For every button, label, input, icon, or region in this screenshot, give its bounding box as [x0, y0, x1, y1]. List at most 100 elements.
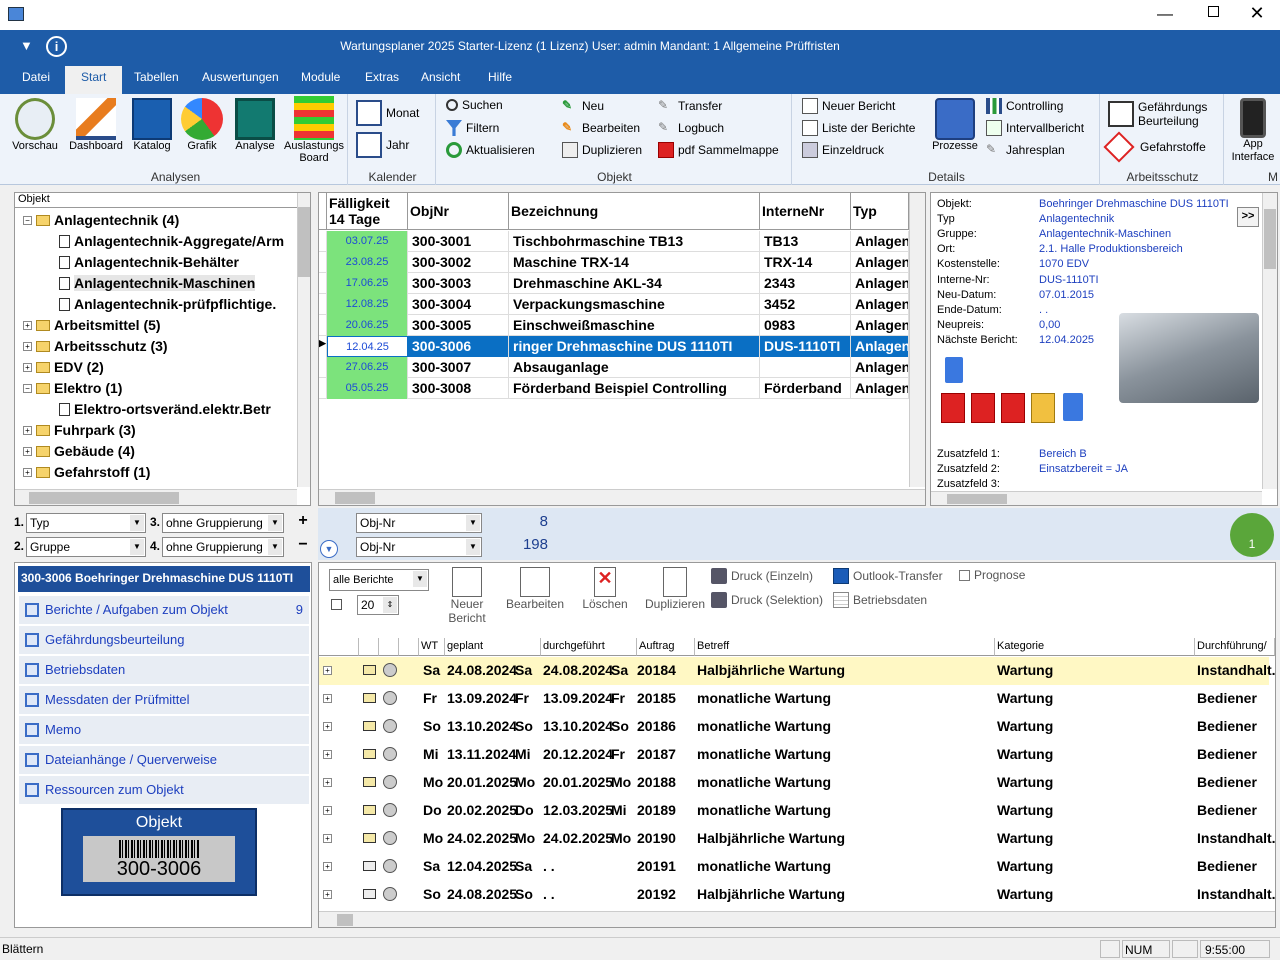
expand-icon[interactable]: +: [323, 694, 332, 703]
new-report-button[interactable]: Neuer Bericht: [443, 567, 491, 625]
neu-button[interactable]: ✎ Neu: [562, 98, 604, 114]
row-pointer-icon[interactable]: ▶: [319, 336, 327, 357]
reports-hscrollbar[interactable]: [319, 911, 1275, 927]
close-button[interactable]: ✕: [1242, 3, 1272, 25]
grid-row[interactable]: 23.08.25 300-3002 Maschine TRX-14 TRX-14 Anl…: [319, 252, 909, 273]
expand-icon[interactable]: +: [323, 778, 332, 787]
expand-icon[interactable]: +: [323, 666, 332, 675]
prozesse-button[interactable]: Prozesse: [928, 98, 982, 152]
intervallbericht-button[interactable]: Intervallbericht: [986, 120, 1084, 136]
user-status-icon[interactable]: 1: [1230, 513, 1274, 557]
duplicate-report-button[interactable]: Duplizieren: [641, 567, 709, 611]
group-select-1[interactable]: Typ ▼: [26, 513, 146, 533]
tree-vscrollbar[interactable]: [297, 193, 310, 487]
grid-row[interactable]: 27.06.25 300-3007 Absauganlage Anlagen: [319, 357, 909, 378]
report-row[interactable]: + So 24.08.2025 So. . 20192 Halbjährliche War…: [319, 881, 1276, 909]
menu-ansicht[interactable]: Ansicht: [421, 70, 460, 84]
delete-report-button[interactable]: ✕ Löschen: [577, 567, 633, 611]
object-link[interactable]: Gefährdungsbeurteilung: [19, 626, 309, 654]
jahr-button[interactable]: Jahr: [356, 132, 409, 158]
menu-tabellen[interactable]: Tabellen: [134, 70, 179, 84]
report-row[interactable]: + So 13.10.2024 So 13.10.2024 So 20186 monatlic…: [319, 713, 1269, 741]
row-selector[interactable]: [319, 357, 327, 378]
report-row[interactable]: + Mi 13.11.2024 Mi 20.12.2024 Fr 20187 monatlic…: [319, 741, 1269, 769]
expand-icon[interactable]: +: [323, 750, 332, 759]
report-header-durchfuehrung[interactable]: Durchführung/: [1195, 638, 1275, 656]
tree-node[interactable]: Anlagentechnik-prüfpflichtige.: [59, 296, 276, 312]
einzeldruck-button[interactable]: Einzeldruck: [802, 142, 884, 158]
gefahrstoffe-button[interactable]: Gefahrstoffe: [1103, 131, 1206, 163]
row-selector[interactable]: [319, 252, 327, 273]
liste-der-berichte-button[interactable]: Liste der Berichte: [802, 120, 915, 136]
minimize-button[interactable]: —: [1150, 6, 1180, 24]
bearbeiten-button[interactable]: ✎ Bearbeiten: [562, 120, 640, 136]
row-selector[interactable]: [319, 378, 327, 399]
grid-row[interactable]: ▶ 12.04.25 300-3006 ringer Drehmaschine DUS…: [319, 336, 909, 357]
tree-node[interactable]: Anlagentechnik-Aggregate/Arm: [59, 233, 284, 249]
grid-header-faelligkeit[interactable]: Fälligkeit 14 Tage: [327, 193, 408, 230]
collapse-icon[interactable]: ▼: [320, 540, 338, 558]
vorschau-button[interactable]: Vorschau: [10, 98, 60, 152]
group-select-2[interactable]: Gruppe ▼: [26, 537, 146, 557]
report-header-betreff[interactable]: Betreff: [695, 638, 995, 656]
jahresplan-button[interactable]: ✎ Jahresplan: [986, 142, 1065, 158]
pdf-file-icon-2[interactable]: [971, 393, 995, 423]
grid-hscrollbar[interactable]: [319, 489, 925, 505]
expand-icon[interactable]: +: [23, 341, 32, 351]
katalog-button[interactable]: Katalog: [128, 98, 176, 152]
tree-node[interactable]: + Gebäude (4): [23, 443, 135, 459]
report-header-geplant[interactable]: geplant: [445, 638, 541, 656]
group-select-3[interactable]: ohne Gruppierung ▼: [162, 513, 284, 533]
tree-node[interactable]: Anlagentechnik-Maschinen: [59, 275, 256, 291]
analyse-button[interactable]: Analyse: [230, 98, 280, 152]
tree-node[interactable]: + Arbeitsmittel (5): [23, 317, 161, 333]
report-row[interactable]: + Fr 13.09.2024 Fr 13.09.2024 Fr 20185 monatlic…: [319, 685, 1269, 713]
tree-node[interactable]: Anlagentechnik-Behälter: [59, 254, 239, 270]
object-link[interactable]: Ressourcen zum Objekt: [19, 776, 309, 804]
report-row[interactable]: + Do 20.02.2025 Do 12.03.2025 Mi 20189 monatlic…: [319, 797, 1269, 825]
report-header-durchgefuehrt[interactable]: durchgeführt: [541, 638, 637, 656]
suchen-button[interactable]: Suchen: [446, 98, 503, 112]
grid-header-objnr[interactable]: ObjNr: [408, 193, 509, 230]
row-selector[interactable]: [319, 315, 327, 336]
report-header-wt[interactable]: WT: [419, 638, 445, 656]
grid-row[interactable]: 03.07.25 300-3001 Tischbohrmaschine TB13 TB…: [319, 231, 909, 252]
report-header-kategorie[interactable]: Kategorie: [995, 638, 1195, 656]
tree-hscrollbar[interactable]: [15, 489, 297, 505]
gefaehrdungsbeurteilung-button[interactable]: Gefährdungs Beurteilung: [1108, 100, 1218, 128]
group-select-4[interactable]: ohne Gruppierung ▼: [162, 537, 284, 557]
logbuch-button[interactable]: ✎ Logbuch: [658, 120, 724, 136]
grid-vscrollbar[interactable]: [909, 193, 925, 487]
object-link[interactable]: Messdaten der Prüfmittel: [19, 686, 309, 714]
limit-checkbox[interactable]: [331, 599, 342, 610]
menu-hilfe[interactable]: Hilfe: [488, 70, 512, 84]
expand-icon[interactable]: +: [23, 425, 32, 435]
expand-icon[interactable]: +: [23, 320, 32, 330]
aktualisieren-button[interactable]: Aktualisieren: [446, 142, 535, 158]
tree-node[interactable]: + Gefahrstoff (1): [23, 464, 150, 480]
row-selector[interactable]: [319, 231, 327, 252]
menu-module[interactable]: Module: [301, 70, 340, 84]
tree-node[interactable]: + Arbeitsschutz (3): [23, 338, 168, 354]
operating-data-button[interactable]: Betriebsdaten: [833, 592, 927, 608]
neuer-bericht-button[interactable]: Neuer Bericht: [802, 98, 895, 114]
tree-node[interactable]: − Anlagentechnik (4): [23, 212, 179, 228]
grid-row[interactable]: 12.08.25 300-3004 Verpackungsmaschine 3452 A…: [319, 294, 909, 315]
maximize-button[interactable]: [1198, 6, 1228, 24]
grid-row[interactable]: 05.05.25 300-3008 Förderband Beispiel Cont…: [319, 378, 909, 399]
remove-group-button[interactable]: −: [292, 536, 314, 558]
dashboard-button[interactable]: Dashboard: [68, 98, 124, 152]
row-selector[interactable]: [319, 294, 327, 315]
menu-start[interactable]: Start: [65, 66, 123, 94]
report-row[interactable]: + Sa 24.08.2024 Sa 24.08.2024 Sa 20184 Halbjähr…: [319, 657, 1276, 685]
print-selection-button[interactable]: Druck (Selektion): [711, 592, 823, 608]
controlling-button[interactable]: Controlling: [986, 98, 1063, 114]
expand-icon[interactable]: +: [323, 722, 332, 731]
expand-button[interactable]: >>: [1237, 207, 1259, 227]
object-link[interactable]: Berichte / Aufgaben zum Objekt 9: [19, 596, 309, 624]
grid-row[interactable]: 20.06.25 300-3005 Einschweißmaschine 0983 An…: [319, 315, 909, 336]
text-file-icon[interactable]: [1063, 393, 1083, 421]
grid-row[interactable]: 17.06.25 300-3003 Drehmaschine AKL-34 2343 A…: [319, 273, 909, 294]
report-row[interactable]: + Mo 20.01.2025 Mo 20.01.2025 Mo 20188 monatlic…: [319, 769, 1269, 797]
object-link[interactable]: Dateianhänge / Querverweise: [19, 746, 309, 774]
